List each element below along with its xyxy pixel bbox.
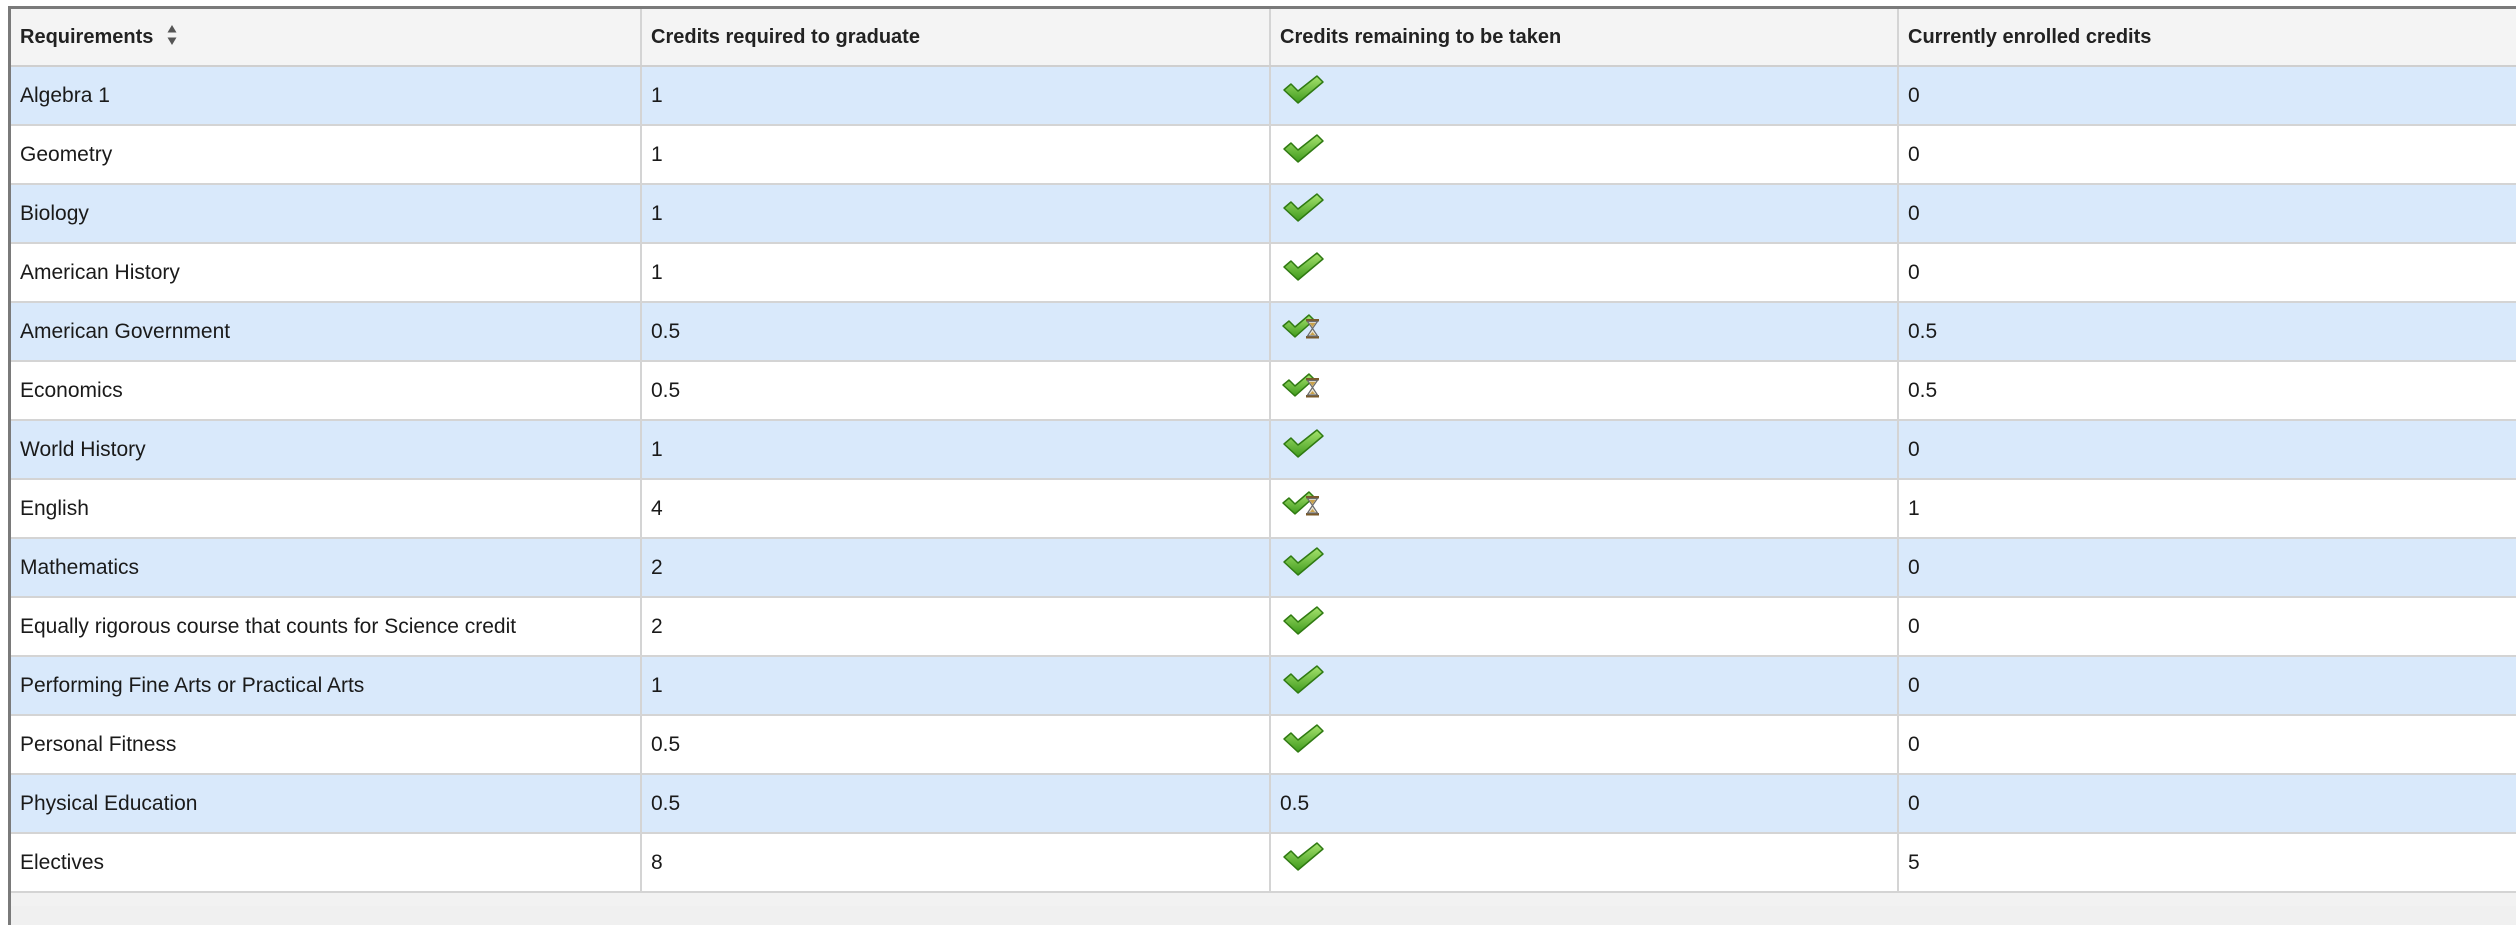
currently-enrolled-cell: 0 (1898, 66, 2516, 126)
checkmark-icon (1281, 722, 1325, 756)
checkmark-icon (1281, 250, 1325, 284)
table-row: Electives 8 5 (11, 833, 2516, 893)
credits-required-cell: 0.5 (641, 774, 1271, 834)
table-row: Economics 0.5 0.5 (11, 361, 2516, 421)
graduation-requirements-table: Requirements Credits required to graduat… (11, 9, 2516, 893)
checkmark-icon (1281, 663, 1325, 697)
credits-remaining-value: 0.5 (1280, 791, 1310, 815)
currently-enrolled-cell: 1 (1898, 479, 2516, 539)
column-header-requirements[interactable]: Requirements (11, 9, 642, 67)
currently-enrolled-cell: 0 (1898, 420, 2516, 480)
requirement-cell: Geometry (11, 125, 642, 185)
requirement-cell: American Government (11, 302, 642, 362)
currently-enrolled-cell: 0.5 (1898, 361, 2516, 421)
column-header-requirements-label: Requirements (20, 25, 154, 48)
table-footer (11, 906, 2516, 925)
table-row: Personal Fitness 0.5 0 (11, 715, 2516, 775)
credits-required-cell: 1 (641, 656, 1271, 716)
requirement-cell: American History (11, 243, 642, 303)
requirement-cell: Electives (11, 833, 642, 893)
requirement-cell: Mathematics (11, 538, 642, 598)
credits-required-cell: 2 (641, 538, 1271, 598)
credits-remaining-cell (1270, 302, 1899, 362)
credits-remaining-cell (1270, 420, 1899, 480)
requirement-cell: Physical Education (11, 774, 642, 834)
checkmark-icon (1281, 427, 1325, 461)
credits-remaining-cell (1270, 479, 1899, 539)
credits-required-cell: 0.5 (641, 361, 1271, 421)
credits-remaining-cell (1270, 833, 1899, 893)
requirement-cell: Algebra 1 (11, 66, 642, 126)
credits-required-cell: 0.5 (641, 302, 1271, 362)
credits-required-cell: 1 (641, 125, 1271, 185)
credits-remaining-cell (1270, 243, 1899, 303)
checkmark-icon (1281, 545, 1325, 579)
currently-enrolled-cell: 0 (1898, 656, 2516, 716)
table-header-row: Requirements Credits required to graduat… (11, 9, 2516, 67)
requirement-cell: Biology (11, 184, 642, 244)
credits-remaining-cell (1270, 361, 1899, 421)
table-row: Performing Fine Arts or Practical Arts 1 0 (11, 656, 2516, 716)
credits-required-cell: 1 (641, 420, 1271, 480)
checkmark-hourglass-icon (1281, 486, 1325, 520)
requirement-cell: English (11, 479, 642, 539)
credits-remaining-cell (1270, 597, 1899, 657)
table-row: Equally rigorous course that counts for … (11, 597, 2516, 657)
checkmark-hourglass-icon (1281, 309, 1325, 343)
checkmark-icon (1281, 604, 1325, 638)
requirement-cell: World History (11, 420, 642, 480)
credits-required-cell: 1 (641, 184, 1271, 244)
checkmark-hourglass-icon (1281, 368, 1325, 402)
checkmark-icon (1281, 132, 1325, 166)
table-row: Geometry 1 0 (11, 125, 2516, 185)
column-header-currently-enrolled: Currently enrolled credits (1898, 9, 2516, 67)
currently-enrolled-cell: 0 (1898, 715, 2516, 775)
currently-enrolled-cell: 0 (1898, 774, 2516, 834)
table-row: Physical Education 0.5 0.5 0 (11, 774, 2516, 834)
table-row: American Government 0.5 0.5 (11, 302, 2516, 362)
credits-remaining-cell (1270, 656, 1899, 716)
currently-enrolled-cell: 5 (1898, 833, 2516, 893)
requirement-cell: Economics (11, 361, 642, 421)
table-row: American History 1 0 (11, 243, 2516, 303)
credits-required-cell: 0.5 (641, 715, 1271, 775)
requirement-cell: Equally rigorous course that counts for … (11, 597, 642, 657)
checkmark-icon (1281, 73, 1325, 107)
sort-icon[interactable] (167, 24, 177, 46)
credits-remaining-cell (1270, 125, 1899, 185)
table-row: Algebra 11 0 (11, 66, 2516, 126)
credits-required-cell: 1 (641, 66, 1271, 126)
credits-required-cell: 8 (641, 833, 1271, 893)
column-header-credits-remaining: Credits remaining to be taken (1270, 9, 1899, 67)
currently-enrolled-cell: 0 (1898, 538, 2516, 598)
credits-remaining-cell (1270, 715, 1899, 775)
requirement-cell: Performing Fine Arts or Practical Arts (11, 656, 642, 716)
table-row: Biology 1 0 (11, 184, 2516, 244)
credits-remaining-cell (1270, 538, 1899, 598)
column-header-credits-required: Credits required to graduate (641, 9, 1271, 67)
checkmark-icon (1281, 840, 1325, 874)
table-row: World History 1 0 (11, 420, 2516, 480)
table-row: Mathematics 2 0 (11, 538, 2516, 598)
credits-remaining-cell (1270, 184, 1899, 244)
currently-enrolled-cell: 0 (1898, 597, 2516, 657)
credits-remaining-cell (1270, 66, 1899, 126)
currently-enrolled-cell: 0 (1898, 243, 2516, 303)
currently-enrolled-cell: 0 (1898, 125, 2516, 185)
credits-required-cell: 2 (641, 597, 1271, 657)
checkmark-icon (1281, 191, 1325, 225)
requirement-cell: Personal Fitness (11, 715, 642, 775)
currently-enrolled-cell: 0.5 (1898, 302, 2516, 362)
currently-enrolled-cell: 0 (1898, 184, 2516, 244)
credits-required-cell: 1 (641, 243, 1271, 303)
table-row: English 4 1 (11, 479, 2516, 539)
credits-required-cell: 4 (641, 479, 1271, 539)
credits-remaining-cell: 0.5 (1270, 774, 1899, 834)
